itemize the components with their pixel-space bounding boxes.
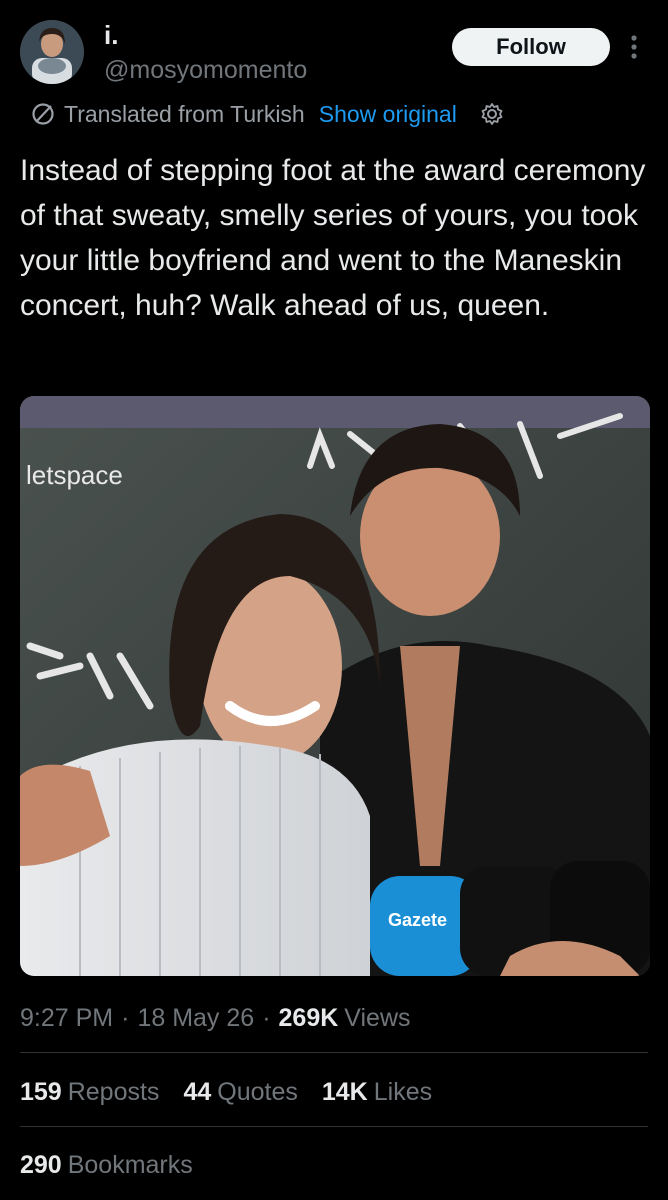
gear-icon[interactable] bbox=[479, 101, 505, 127]
reposts-stat[interactable]: 159 Reposts bbox=[20, 1078, 159, 1107]
bookmarks-label: Bookmarks bbox=[67, 1150, 193, 1179]
show-original-link[interactable]: Show original bbox=[319, 101, 457, 128]
reposts-label: Reposts bbox=[67, 1077, 160, 1106]
engagement-stats: 159 Reposts 44 Quotes 14K Likes bbox=[20, 1072, 456, 1112]
likes-count: 14K bbox=[321, 1077, 368, 1106]
quotes-label: Quotes bbox=[217, 1077, 298, 1106]
separator-dot: · bbox=[121, 1003, 130, 1032]
media-caption: letspace bbox=[26, 460, 123, 490]
svg-text:Gazete: Gazete bbox=[388, 910, 447, 930]
tweet-meta: 9:27 PM · 18 May 26 · 269K Views bbox=[20, 998, 411, 1038]
translated-from-label: Translated from Turkish bbox=[64, 100, 305, 127]
tweet-time[interactable]: 9:27 PM bbox=[20, 1004, 113, 1033]
tweet-text: Instead of stepping foot at the award ce… bbox=[20, 154, 654, 322]
quotes-count: 44 bbox=[183, 1077, 212, 1106]
reposts-count: 159 bbox=[20, 1077, 62, 1106]
user-handle[interactable]: @mosyomomento bbox=[104, 56, 307, 85]
likes-label: Likes bbox=[373, 1077, 433, 1106]
display-name[interactable]: i. bbox=[104, 20, 118, 51]
avatar-image bbox=[20, 20, 84, 84]
views-count: 269K bbox=[278, 1003, 339, 1032]
follow-button[interactable]: Follow bbox=[452, 28, 610, 66]
bookmarks-stat[interactable]: 290 Bookmarks bbox=[20, 1145, 193, 1185]
quotes-stat[interactable]: 44 Quotes bbox=[183, 1078, 297, 1107]
translate-icon bbox=[32, 103, 54, 125]
bookmarks-count: 290 bbox=[20, 1150, 62, 1179]
tweet-detail: i. @mosyomomento Follow Translated from … bbox=[0, 0, 668, 1200]
views-label: Views bbox=[344, 1003, 411, 1032]
divider bbox=[20, 1052, 648, 1053]
separator-dot: · bbox=[262, 1003, 271, 1032]
likes-stat[interactable]: 14K Likes bbox=[322, 1078, 432, 1107]
divider bbox=[20, 1126, 648, 1127]
more-options-icon[interactable] bbox=[626, 30, 642, 64]
tweet-date[interactable]: 18 May 26 bbox=[137, 1004, 254, 1033]
tweet-media[interactable]: Gazete letspace bbox=[20, 396, 650, 976]
translation-row: Translated from Turkish Show original bbox=[30, 98, 505, 130]
avatar[interactable] bbox=[20, 20, 84, 84]
